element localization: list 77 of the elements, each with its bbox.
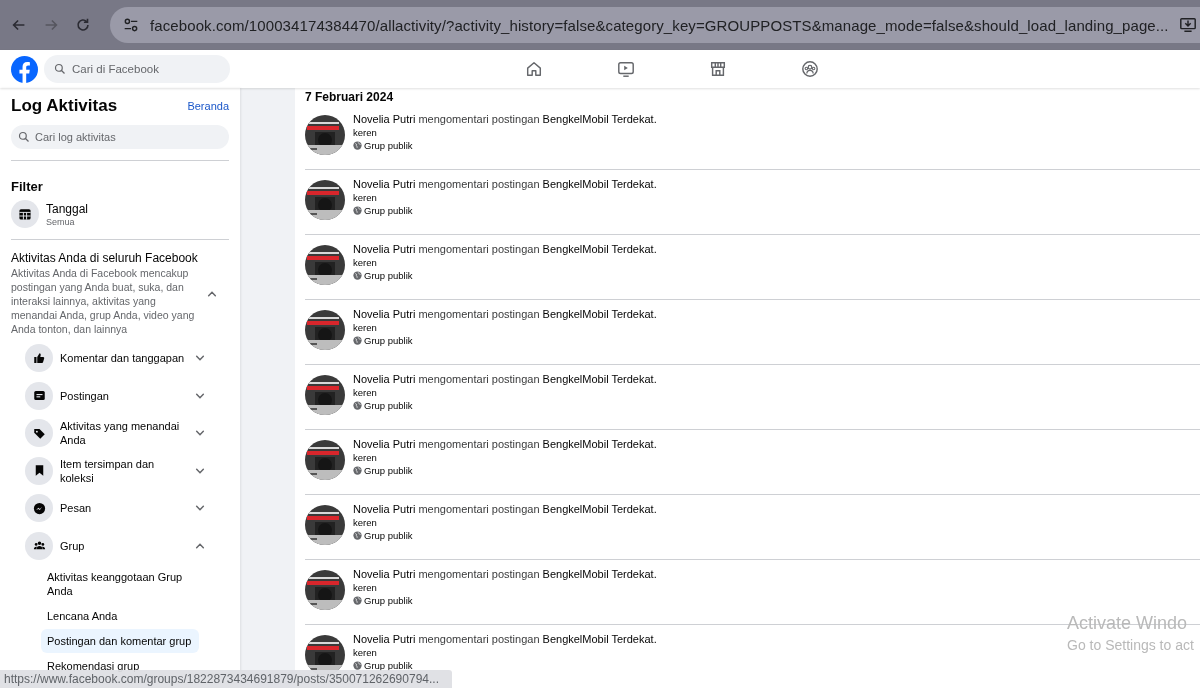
filter-label[interactable]: Tanggal (46, 201, 89, 216)
globe-icon (353, 401, 362, 410)
activity-text[interactable]: Novelia Putri mengomentari postingan BengkelMobil Terdekat. (353, 503, 657, 515)
store-icon[interactable] (709, 60, 727, 78)
calendar-icon (11, 200, 39, 228)
comment-text: keren (353, 192, 378, 203)
category-icon (25, 381, 53, 410)
globe-icon (353, 531, 362, 540)
globe-icon (353, 141, 362, 150)
activity-text[interactable]: Novelia Putri mengomentari postingan BengkelMobil Terdekat. (353, 243, 657, 255)
subcategory-item[interactable]: Aktivitas keanggotaan Grup Anda (41, 565, 199, 603)
category-item[interactable]: Item tersimpan dan koleksi (25, 452, 210, 489)
audience-label: Grup publik (364, 465, 413, 476)
comment-text: keren (353, 257, 378, 268)
subcategory-item[interactable]: Postingan dan komentar grup (41, 629, 199, 653)
comment-text: keren (353, 647, 378, 658)
site-settings-icon[interactable] (122, 16, 140, 34)
globe-icon (353, 206, 362, 215)
activity-text[interactable]: Novelia Putri mengomentari postingan BengkelMobil Terdekat. (353, 113, 657, 125)
audience-label: Grup publik (364, 660, 413, 671)
audience-label: Grup publik (364, 140, 413, 151)
category-item[interactable]: Grup (25, 527, 210, 564)
search-field[interactable]: Cari di Facebook (44, 55, 230, 83)
search-icon (54, 63, 66, 75)
comment-text: keren (353, 127, 378, 138)
search-icon (18, 131, 30, 143)
section-heading: Filter (11, 179, 44, 194)
reload-icon (74, 16, 92, 34)
comment-text: keren (353, 322, 378, 333)
category-item[interactable]: Komentar dan tanggapan (25, 340, 210, 376)
install-icon[interactable] (1178, 16, 1197, 34)
link-preview-tooltip: https://www.facebook.com/groups/1822873434691879/posts/350071262690794... (0, 670, 452, 688)
activity-text[interactable]: Novelia Putri mengomentari postingan BengkelMobil Terdekat. (353, 633, 657, 645)
globe-icon (353, 466, 362, 475)
groups-icon[interactable] (801, 60, 819, 78)
section-description: Aktivitas Anda di Facebook mencakup postingan yang Anda buat, suka, dan interaksi lainnya, aktivitas yang menandai Anda, grup Anda, video yang Anda tonton, dan lainnya (11, 266, 196, 336)
activity-text[interactable]: Novelia Putri mengomentari postingan BengkelMobil Terdekat. (353, 308, 657, 320)
globe-icon (353, 661, 362, 670)
audience-label: Grup publik (364, 205, 413, 216)
url-text: facebook.com/100034174384470/allactivity/?activity_history=false&category_key=GROUPPOSTS&manage_mode=false&should_load_landing_page... (150, 16, 1169, 34)
category-icon (25, 531, 53, 560)
category-item[interactable]: Pesan (25, 490, 210, 526)
page-title: Log Aktivitas (11, 96, 118, 116)
category-icon (25, 494, 53, 522)
filter-value: Semua (46, 216, 76, 227)
audience-label: Grup publik (364, 530, 413, 541)
facebook-logo-icon[interactable] (11, 55, 38, 83)
comment-text: keren (353, 387, 378, 398)
category-item[interactable]: Aktivitas yang menandai Anda (25, 415, 210, 451)
category-icon (25, 419, 53, 447)
category-item[interactable]: Postingan (25, 377, 210, 414)
activity-text[interactable]: Novelia Putri mengomentari postingan BengkelMobil Terdekat. (353, 438, 657, 450)
date-heading: 7 Februari 2024 (305, 89, 395, 105)
comment-text: keren (353, 517, 378, 528)
activity-text[interactable]: Novelia Putri mengomentari postingan BengkelMobil Terdekat. (353, 568, 657, 580)
subcategory-item[interactable]: Lencana Anda (41, 604, 199, 628)
category-icon (25, 344, 53, 372)
activity-text[interactable]: Novelia Putri mengomentari postingan BengkelMobil Terdekat. (353, 178, 657, 190)
video-icon[interactable] (617, 60, 635, 78)
comment-text: keren (353, 452, 378, 463)
home-link[interactable]: Beranda (187, 100, 229, 112)
search-field[interactable]: Cari log aktivitas (11, 125, 229, 149)
globe-icon (353, 271, 362, 280)
category-icon (25, 456, 53, 485)
globe-icon (353, 336, 362, 345)
notice-title: Activate Windo (1067, 613, 1189, 634)
audience-label: Grup publik (364, 595, 413, 606)
activity-text[interactable]: Novelia Putri mengomentari postingan BengkelMobil Terdekat. (353, 373, 657, 385)
audience-label: Grup publik (364, 270, 413, 281)
globe-icon (353, 596, 362, 605)
home-icon[interactable] (525, 60, 543, 78)
address-bar[interactable]: facebook.com/100034174384470/allactivity/?activity_history=false&category_key=GROUPPOSTS&manage_mode=false&should_load_landing_page... (110, 7, 1200, 43)
audience-label: Grup publik (364, 335, 413, 346)
notice-subtitle: Go to Settings to act (1067, 637, 1194, 653)
comment-text: keren (353, 582, 378, 593)
section-title: Aktivitas Anda di seluruh Facebook (11, 251, 199, 265)
audience-label: Grup publik (364, 400, 413, 411)
